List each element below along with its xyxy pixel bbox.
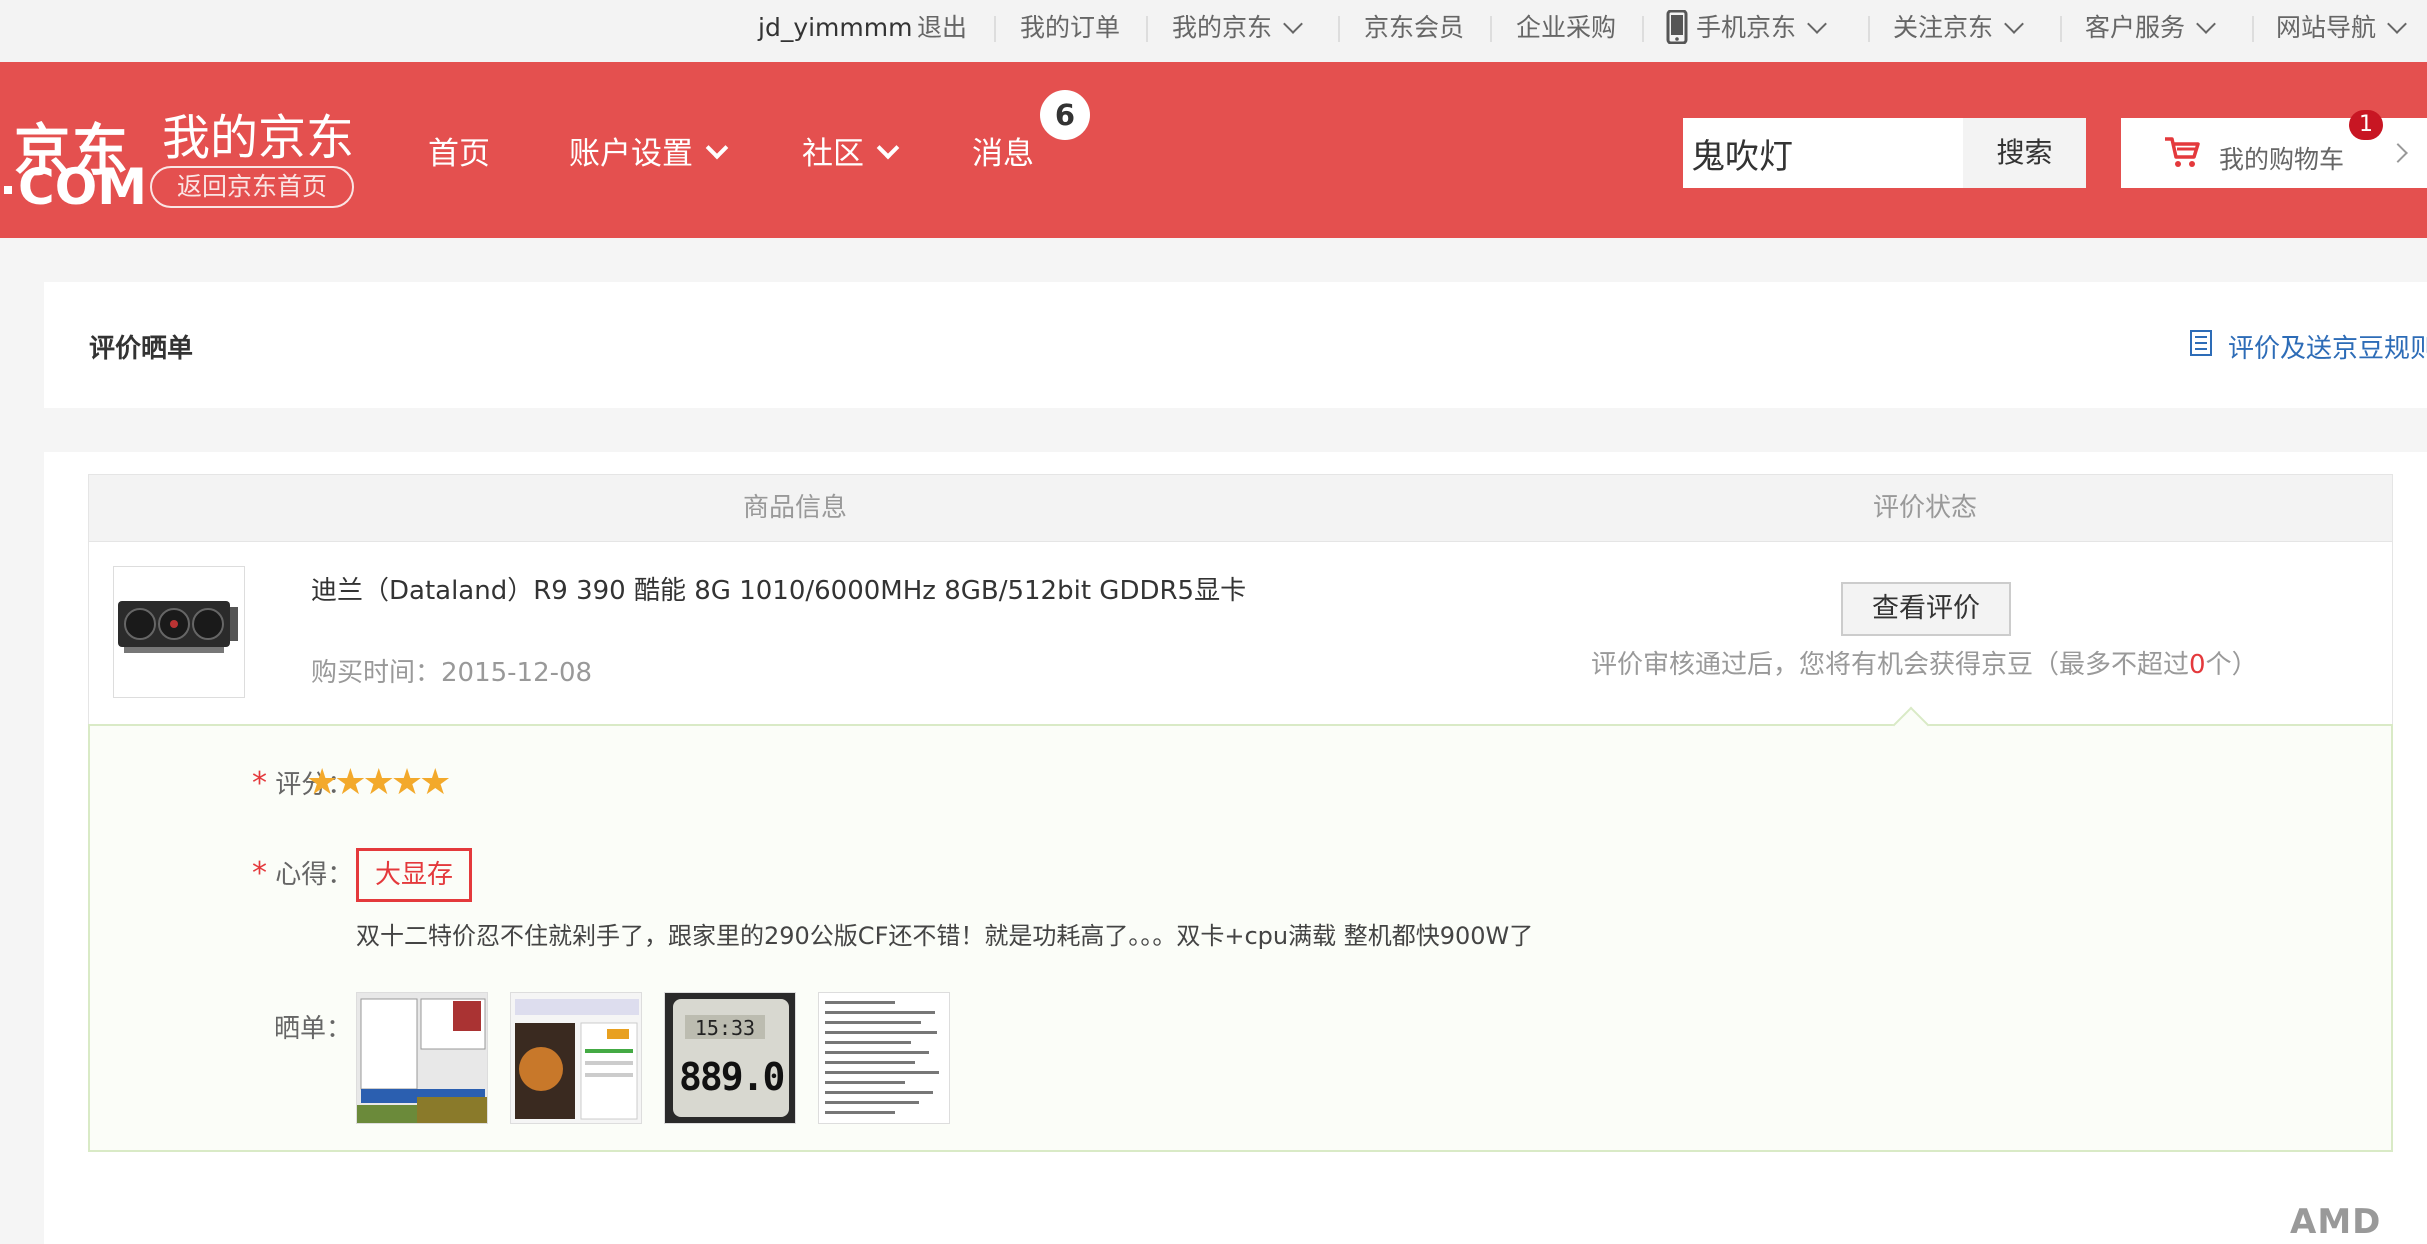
- bean-hint-prefix: 评价审核通过后，您将有机会获得京豆（最多不超过: [1591, 650, 2190, 680]
- review-photo-2[interactable]: [510, 992, 642, 1124]
- follow-jd-menu[interactable]: 关注京东: [1893, 0, 2024, 62]
- my-jd-menu[interactable]: 我的京东: [1172, 0, 1303, 62]
- mobile-jd-label: 手机京东: [1696, 13, 1797, 42]
- review-tag: 大显存: [356, 848, 473, 902]
- enterprise-link[interactable]: 企业采购: [1516, 0, 1616, 62]
- follow-jd-label: 关注京东: [1893, 13, 1994, 42]
- nav-community[interactable]: 社区: [802, 128, 900, 173]
- list-icon: [2190, 330, 2212, 356]
- spec-sheet-thumbnail: [819, 993, 949, 1123]
- username[interactable]: jd_yimmmm: [758, 0, 912, 62]
- nav-home[interactable]: 首页: [428, 128, 490, 173]
- my-orders-link[interactable]: 我的订单: [1020, 0, 1120, 62]
- bean-hint-value: 0: [2189, 650, 2206, 680]
- product-name-link[interactable]: 迪兰（Dataland）R9 390 酷能 8G 1010/6000MHz 8G…: [311, 570, 1246, 607]
- title-panel: 评价晒单 评价及送京豆规则: [44, 282, 2427, 408]
- review-status-header: 评价状态: [1873, 493, 1978, 523]
- site-nav-label: 网站导航: [2276, 13, 2377, 42]
- nav-community-label: 社区: [802, 136, 864, 172]
- screenshot-thumbnail: [357, 993, 487, 1123]
- view-review-button[interactable]: 查看评价: [1841, 582, 2011, 636]
- chevron-down-icon: [2196, 14, 2216, 34]
- phone-icon: [1666, 9, 1688, 45]
- review-rules-link[interactable]: 评价及送京豆规则: [2228, 328, 2427, 365]
- chevron-down-icon: [705, 136, 729, 160]
- required-mark: *: [252, 856, 267, 891]
- star-icon: ★: [334, 762, 367, 803]
- benchmark-thumbnail: [511, 993, 641, 1123]
- review-photo-4[interactable]: [818, 992, 950, 1124]
- power-meter-reading: 889.0: [679, 1055, 785, 1099]
- cart-icon: [2165, 137, 2200, 167]
- customer-service-menu[interactable]: 客户服务: [2085, 0, 2216, 62]
- divider: [2252, 16, 2254, 42]
- chevron-right-icon: [2388, 143, 2408, 163]
- chevron-down-icon: [876, 136, 900, 160]
- required-mark: *: [252, 766, 267, 801]
- rating-stars: ★★★★★: [306, 762, 451, 803]
- star-icon: ★: [362, 762, 395, 803]
- chevron-down-icon: [2004, 14, 2024, 34]
- review-panel: * 评分： ★★★★★ * 心得： 大显存 双十二特价忍不住就剁手了，跟家里的2…: [88, 706, 2393, 1152]
- bean-hint: 评价审核通过后，您将有机会获得京豆（最多不超过0个）: [1591, 644, 2258, 681]
- divider: [2060, 16, 2062, 42]
- graphics-card-image: [118, 601, 238, 653]
- chevron-down-icon: [1807, 14, 1827, 34]
- experience-label: * 心得：: [252, 854, 353, 891]
- logo-dot: [4, 186, 12, 194]
- logout-link[interactable]: 退出: [917, 0, 967, 62]
- cart-button[interactable]: 我的购物车 1: [2121, 110, 2427, 188]
- purchase-date: 购买时间：2015-12-08: [311, 658, 593, 688]
- chevron-down-icon: [1283, 14, 1303, 34]
- bean-hint-suffix: 个）: [2205, 650, 2258, 680]
- experience-label-text: 心得：: [275, 860, 354, 890]
- back-home-button[interactable]: 返回京东首页: [150, 166, 354, 208]
- nav-account-label: 账户设置: [569, 136, 693, 172]
- top-bar: jd_yimmmm 退出 我的订单 我的京东 京东会员 企业采购 手机京东 关注…: [0, 0, 2427, 62]
- divider: [1146, 16, 1148, 42]
- main-panel: 商品信息 评价状态 迪兰（Dataland）R9 390 酷能 8G 1010/…: [44, 452, 2427, 1244]
- review-photo-1[interactable]: [356, 992, 488, 1124]
- divider: [1642, 16, 1644, 42]
- cart-label: 我的购物车: [2219, 145, 2345, 174]
- divider: [1338, 16, 1340, 42]
- table-row: 迪兰（Dataland）R9 390 酷能 8G 1010/6000MHz 8G…: [88, 542, 2393, 724]
- site-nav-menu[interactable]: 网站导航: [2276, 0, 2407, 62]
- customer-service-label: 客户服务: [2085, 13, 2186, 42]
- product-image[interactable]: [113, 566, 245, 698]
- divider: [1490, 16, 1492, 42]
- amd-watermark: AMD: [2290, 1202, 2382, 1242]
- cart-count-badge: 1: [2349, 110, 2383, 140]
- nav-messages[interactable]: 消息: [972, 128, 1034, 173]
- search-button[interactable]: 搜索: [1963, 118, 2086, 188]
- review-text: 双十二特价忍不住就剁手了，跟家里的290公版CF还不错！就是功耗高了。。。双卡+…: [356, 922, 1534, 950]
- logo-com-text: COM: [18, 158, 147, 216]
- photos-label: 晒单：: [274, 1014, 353, 1044]
- table-header: 商品信息 评价状态: [88, 474, 2393, 542]
- svg-text:15:33: 15:33: [695, 1016, 755, 1040]
- my-jd-title: 我的京东: [162, 110, 355, 166]
- jd-member-link[interactable]: 京东会员: [1364, 0, 1464, 62]
- mobile-jd-menu[interactable]: 手机京东: [1666, 0, 1827, 62]
- page-title: 评价晒单: [89, 334, 194, 364]
- divider: [994, 16, 996, 42]
- product-info-header: 商品信息: [743, 493, 848, 523]
- search-input[interactable]: [1683, 118, 1963, 188]
- my-jd-label: 我的京东: [1172, 13, 1273, 42]
- nav-account-settings[interactable]: 账户设置: [569, 128, 729, 173]
- messages-badge: 6: [1040, 90, 1090, 140]
- chevron-down-icon: [2387, 14, 2407, 34]
- divider: [1868, 16, 1870, 42]
- star-icon: ★: [419, 762, 452, 803]
- review-photo-3[interactable]: 15:33 889.0: [664, 992, 796, 1124]
